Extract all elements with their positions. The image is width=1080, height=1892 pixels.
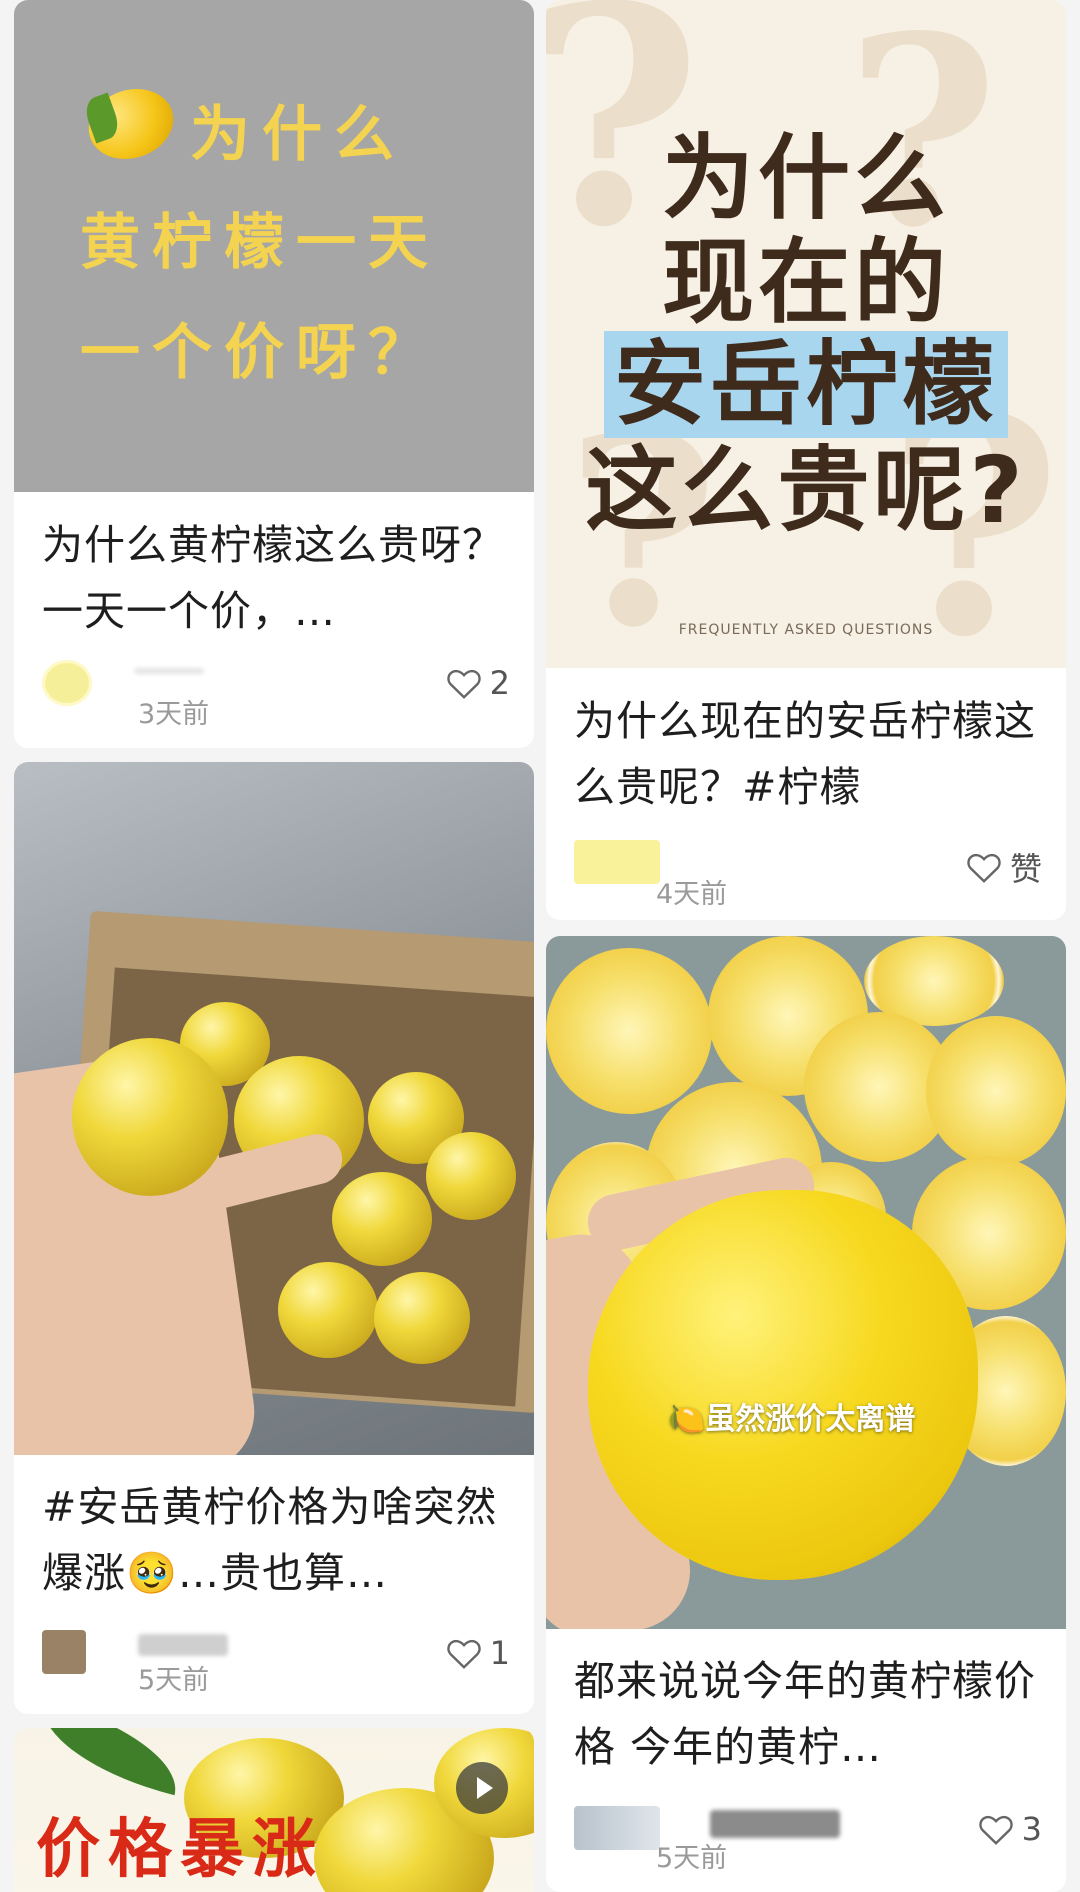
note-title[interactable]: 为什么黄柠檬这么贵呀？一天一个价，… bbox=[42, 512, 510, 644]
note-card[interactable]: 为什么 黄柠檬一天 一个价呀？ 为什么黄柠檬这么贵呀？一天一个价，… 3天前 2 bbox=[14, 0, 534, 748]
lemon bbox=[374, 1272, 470, 1364]
note-title[interactable]: #安岳黄柠价格为啥突然爆涨🥹…贵也算… bbox=[42, 1474, 510, 1606]
cover-footer: FREQUENTLY ASKED QUESTIONS bbox=[678, 622, 934, 638]
note-card[interactable]: 价格暴涨 bbox=[14, 1728, 534, 1892]
avatar[interactable] bbox=[42, 660, 92, 706]
leaf-decoration bbox=[28, 1728, 190, 1796]
note-cover-image[interactable]: 价格暴涨 bbox=[14, 1728, 534, 1892]
note-meta: 3天前 2 bbox=[42, 660, 510, 730]
note-cover-image[interactable]: 🍋虽然涨价太离谱 bbox=[546, 936, 1066, 1629]
like-count: 2 bbox=[489, 664, 510, 702]
lemon bbox=[332, 1172, 432, 1266]
author-name[interactable] bbox=[138, 1634, 228, 1656]
play-icon[interactable] bbox=[456, 1762, 508, 1814]
post-time: 4天前 bbox=[656, 879, 728, 910]
lemon bbox=[426, 1132, 516, 1220]
avatar[interactable] bbox=[42, 1630, 86, 1674]
note-card[interactable]: #安岳黄柠价格为啥突然爆涨🥹…贵也算… 5天前 1 bbox=[14, 762, 534, 1714]
cover-line: 一个价呀？ bbox=[80, 318, 440, 388]
note-cover-image[interactable]: 为什么 黄柠檬一天 一个价呀？ bbox=[14, 0, 534, 492]
post-time: 3天前 bbox=[138, 699, 210, 730]
like-count: 1 bbox=[489, 1634, 510, 1672]
like-button[interactable]: 1 bbox=[446, 1634, 510, 1672]
lemon-slice bbox=[546, 948, 712, 1114]
note-title[interactable]: 为什么现在的安岳柠檬这么贵呢？#柠檬 bbox=[574, 688, 1042, 820]
author-name[interactable] bbox=[710, 1810, 840, 1838]
heart-outline-icon bbox=[446, 669, 481, 699]
author-name[interactable] bbox=[134, 668, 204, 674]
lemon-slice bbox=[926, 1016, 1066, 1166]
avatar[interactable] bbox=[574, 1806, 660, 1850]
lemon-in-hand bbox=[72, 1038, 228, 1196]
cover-line: 黄柠檬一天 bbox=[80, 208, 440, 278]
lemon bbox=[278, 1262, 378, 1358]
cover-line: 为什么 bbox=[190, 100, 406, 170]
heart-outline-icon bbox=[446, 1639, 481, 1669]
like-button[interactable]: 2 bbox=[446, 664, 510, 702]
cover-caption: 🍋虽然涨价太离谱 bbox=[668, 1402, 916, 1437]
like-label: 赞 bbox=[1009, 850, 1042, 888]
note-meta: 4天前 赞 bbox=[574, 840, 1042, 910]
note-title[interactable]: 都来说说今年的黄柠檬价格 今年的黄柠… bbox=[574, 1648, 1042, 1780]
like-button[interactable]: 赞 bbox=[966, 844, 1042, 890]
heart-outline-icon bbox=[978, 1815, 1013, 1845]
note-card[interactable]: 🍋虽然涨价太离谱 都来说说今年的黄柠檬价格 今年的黄柠… 5天前 3 bbox=[546, 936, 1066, 1892]
like-button[interactable]: 3 bbox=[978, 1810, 1042, 1848]
cover-line: 这么贵呢? bbox=[585, 437, 1027, 544]
heart-outline-icon bbox=[967, 853, 1001, 883]
note-cover-image[interactable] bbox=[14, 762, 534, 1455]
note-card[interactable]: ? ? ? ? 为什么 现在的 安岳柠檬 这么贵呢? FREQUENTLY AS… bbox=[546, 0, 1066, 920]
note-meta: 5天前 3 bbox=[574, 1806, 1042, 1874]
note-meta: 5天前 1 bbox=[42, 1630, 510, 1696]
like-count: 3 bbox=[1021, 1810, 1042, 1848]
post-time: 5天前 bbox=[656, 1843, 728, 1874]
post-time: 5天前 bbox=[138, 1665, 210, 1696]
avatar[interactable] bbox=[574, 840, 660, 884]
lemon bbox=[588, 1190, 978, 1580]
note-cover-image[interactable]: ? ? ? ? 为什么 现在的 安岳柠檬 这么贵呢? FREQUENTLY AS… bbox=[546, 0, 1066, 668]
cover-text: 价格暴涨 bbox=[36, 1812, 324, 1887]
